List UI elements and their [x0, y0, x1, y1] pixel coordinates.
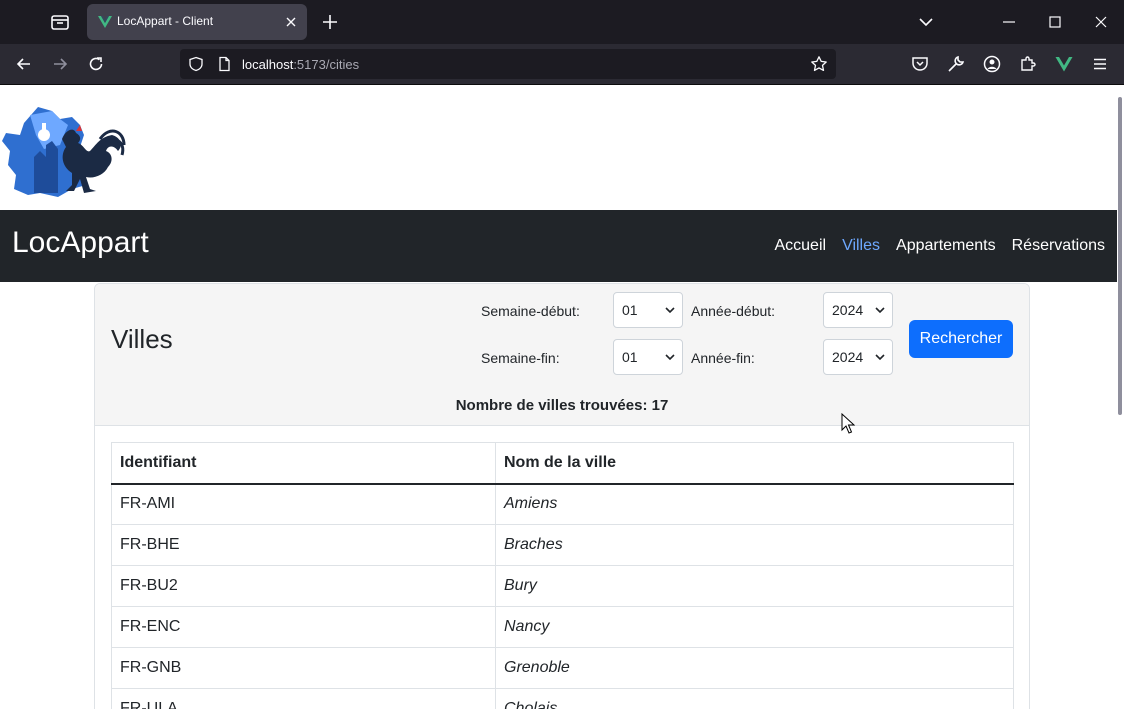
url-host: localhost: [242, 57, 294, 72]
year-start-label: Année-début:: [691, 303, 776, 319]
city-name-cell: Nancy: [495, 606, 1014, 648]
year-end-label: Année-fin:: [691, 350, 755, 366]
close-window-icon[interactable]: [1091, 12, 1111, 32]
table-row: FR-ENC Nancy: [111, 606, 1014, 648]
city-name-cell: Cholais: [495, 688, 1014, 709]
week-end-value: 01: [622, 349, 638, 365]
back-icon[interactable]: [14, 54, 34, 74]
city-id-cell: FR-BU2: [111, 565, 496, 607]
chevron-down-icon: [875, 307, 885, 314]
city-name-cell: Braches: [495, 524, 1014, 566]
extensions-puzzle-icon[interactable]: [1018, 54, 1038, 74]
city-id-cell: FR-BHE: [111, 524, 496, 566]
column-header-city: Nom de la ville: [495, 442, 1014, 485]
page-title: Villes: [111, 324, 173, 354]
cities-card: Villes Semaine-début: 01 Année-début: 20…: [94, 283, 1030, 709]
site-navbar: LocAppart Accueil Villes Appartements Ré…: [0, 210, 1117, 282]
city-name-cell: Amiens: [495, 483, 1014, 525]
page-info-icon[interactable]: [216, 56, 232, 72]
address-bar[interactable]: localhost:5173/cities: [180, 49, 836, 79]
locappart-logo-icon: [2, 107, 126, 197]
tracking-protection-shield-icon[interactable]: [188, 56, 204, 72]
nav-link-villes[interactable]: Villes: [842, 237, 880, 255]
scrollbar-thumb[interactable]: [1118, 97, 1122, 415]
pocket-icon[interactable]: [910, 54, 930, 74]
vue-devtools-icon[interactable]: [1054, 54, 1074, 74]
city-id-cell: FR-ENC: [111, 606, 496, 648]
table-row: FR-BHE Braches: [111, 524, 1014, 566]
city-id-cell: FR-ULA: [111, 688, 496, 709]
mouse-cursor-icon: [841, 413, 855, 434]
week-end-label: Semaine-fin:: [481, 350, 560, 366]
year-start-select[interactable]: 2024: [823, 292, 893, 328]
column-header-id: Identifiant: [111, 442, 496, 485]
reload-icon[interactable]: [86, 54, 106, 74]
devtools-wrench-icon[interactable]: [946, 54, 966, 74]
city-id-cell: FR-GNB: [111, 647, 496, 689]
page-scrollbar[interactable]: [1116, 85, 1124, 709]
table-header-row: Identifiant Nom de la ville: [111, 442, 1014, 485]
tab-title: LocAppart - Client: [117, 14, 214, 28]
url-path: :5173/cities: [293, 57, 360, 72]
bookmark-star-icon[interactable]: [810, 55, 828, 73]
city-name-cell: Bury: [495, 565, 1014, 607]
week-end-select[interactable]: 01: [613, 339, 683, 375]
maximize-icon[interactable]: [1045, 12, 1065, 32]
table-row: FR-BU2 Bury: [111, 565, 1014, 607]
menu-hamburger-icon[interactable]: [1090, 54, 1110, 74]
browser-toolbar: localhost:5173/cities: [0, 44, 1124, 85]
chevron-down-icon: [665, 307, 675, 314]
site-nav-links: Accueil Villes Appartements Réservations: [774, 237, 1105, 255]
nav-link-reservations[interactable]: Réservations: [1012, 237, 1105, 255]
table-row: FR-ULA Cholais: [111, 688, 1014, 709]
year-end-select[interactable]: 2024: [823, 339, 893, 375]
tab-close-icon[interactable]: [283, 14, 299, 30]
city-name-cell: Grenoble: [495, 647, 1014, 689]
browser-titlebar: LocAppart - Client: [0, 0, 1124, 44]
chevron-down-icon: [875, 354, 885, 361]
results-count: Nombre de villes trouvées: 17: [455, 397, 669, 414]
search-panel: Villes Semaine-début: 01 Année-début: 20…: [95, 284, 1029, 426]
url-text[interactable]: localhost:5173/cities: [242, 57, 359, 72]
cities-table: Identifiant Nom de la ville FR-AMI Amien…: [111, 442, 1014, 709]
table-row: FR-AMI Amiens: [111, 483, 1014, 525]
tab-list-chevron-icon[interactable]: [916, 12, 936, 32]
site-brand[interactable]: LocAppart: [12, 226, 149, 260]
city-id-cell: FR-AMI: [111, 483, 496, 525]
year-start-value: 2024: [832, 302, 864, 318]
table-row: FR-GNB Grenoble: [111, 647, 1014, 689]
search-button[interactable]: Rechercher: [909, 320, 1013, 358]
page-content: LocAppart Accueil Villes Appartements Ré…: [0, 85, 1124, 709]
week-start-value: 01: [622, 302, 638, 318]
new-tab-icon[interactable]: [320, 12, 340, 32]
week-start-select[interactable]: 01: [613, 292, 683, 328]
nav-link-appartements[interactable]: Appartements: [896, 237, 996, 255]
year-end-value: 2024: [832, 349, 864, 365]
tab-overview-icon[interactable]: [48, 11, 72, 33]
vue-favicon-icon: [98, 16, 112, 28]
week-start-label: Semaine-début:: [481, 303, 580, 319]
forward-icon[interactable]: [50, 54, 70, 74]
browser-tab[interactable]: LocAppart - Client: [87, 4, 307, 40]
minimize-icon[interactable]: [999, 12, 1019, 32]
account-icon[interactable]: [982, 54, 1002, 74]
nav-link-accueil[interactable]: Accueil: [774, 237, 826, 255]
chevron-down-icon: [665, 354, 675, 361]
